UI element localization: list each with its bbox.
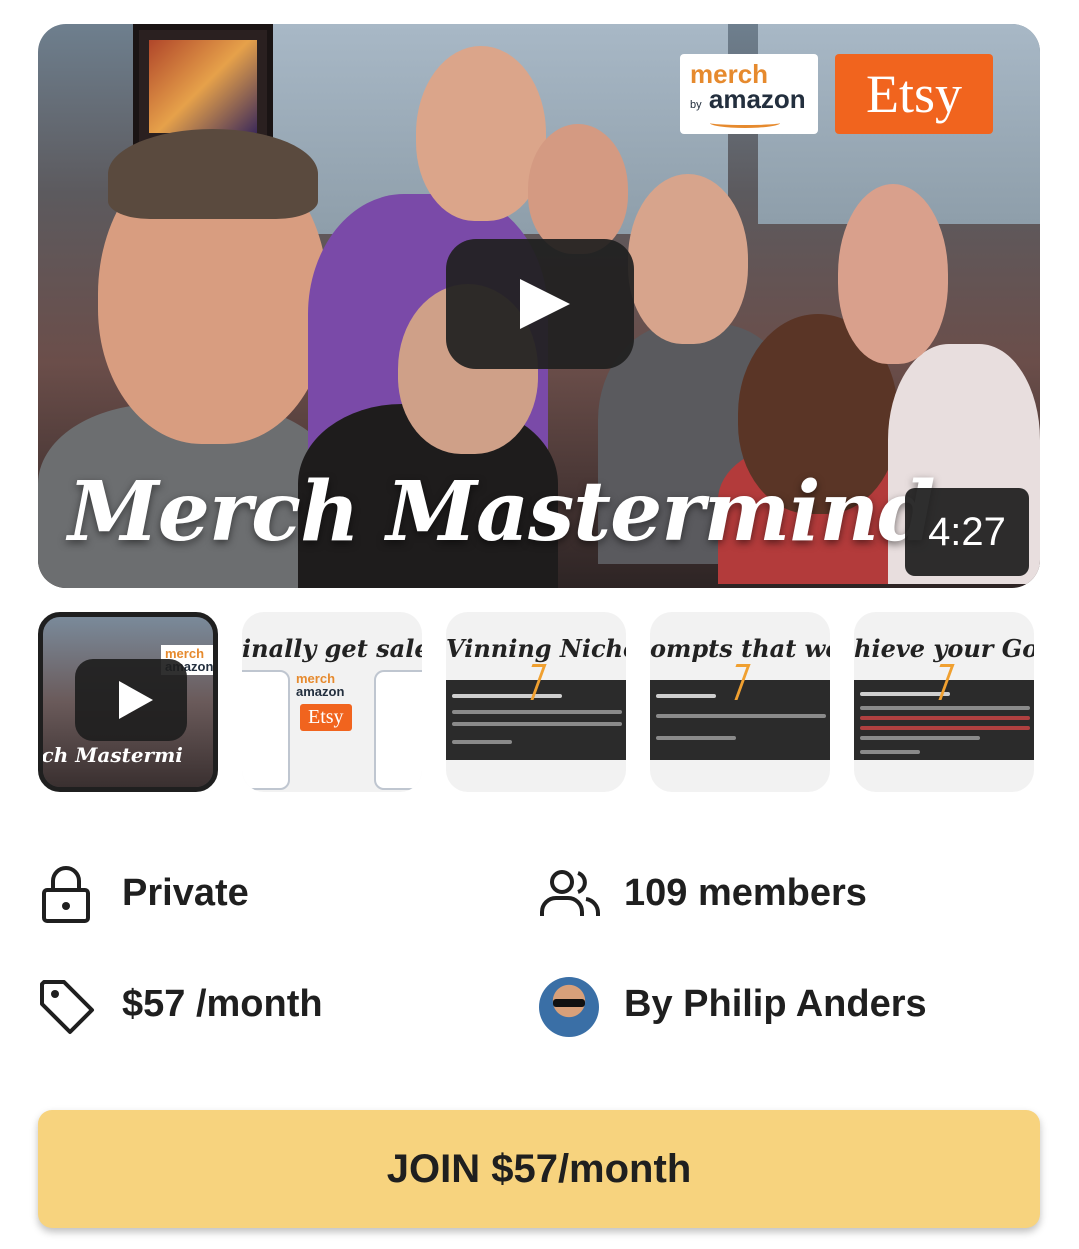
thumbnail-image[interactable]: hieve your Go — [854, 612, 1034, 792]
owner-name[interactable]: By Philip Anders — [624, 983, 927, 1026]
video-caption: Merch Mastermind — [68, 464, 935, 560]
members-icon — [540, 870, 601, 916]
thumbnail-caption: ompts that we — [650, 634, 830, 663]
thumbnail-image[interactable]: inally get sale merch amazon Etsy — [242, 612, 422, 792]
members-count: 109 members — [624, 872, 867, 914]
join-button[interactable]: JOIN $57/month — [38, 1110, 1040, 1228]
media-thumbnails: merch amazon rch Mastermi inally get sale… — [38, 612, 1040, 792]
thumbnail-caption: Vinning Niche — [446, 634, 626, 663]
thumbnail-image[interactable]: Vinning Niche — [446, 612, 626, 792]
lock-icon — [42, 866, 90, 923]
person-face — [838, 184, 948, 364]
play-icon — [520, 279, 570, 329]
play-button[interactable] — [446, 239, 634, 369]
video-duration: 4:27 — [905, 488, 1029, 576]
person-face — [628, 174, 748, 344]
play-button[interactable] — [75, 659, 187, 741]
main-video[interactable]: merch by amazon Etsy Merch Mastermind 4:… — [38, 24, 1040, 588]
price-label: $57 /month — [122, 983, 323, 1025]
privacy-label: Private — [122, 872, 249, 914]
person-face — [528, 124, 628, 254]
thumbnail-image[interactable]: ompts that we — [650, 612, 830, 792]
person-hair — [108, 129, 318, 219]
thumbnail-caption: rch Mastermi — [38, 743, 183, 767]
etsy-logo: Etsy — [300, 704, 352, 731]
thumbnail-video[interactable]: merch amazon rch Mastermi — [38, 612, 218, 792]
avatar[interactable] — [539, 977, 599, 1037]
price-tag-icon — [40, 980, 94, 1034]
thumbnail-caption: inally get sale — [242, 634, 422, 663]
merch-by-amazon-logo: merch amazon — [296, 671, 345, 699]
person-face — [416, 46, 546, 221]
thumbnail-caption: hieve your Go — [854, 634, 1034, 663]
play-icon — [119, 681, 153, 719]
merch-by-amazon-logo: merch by amazon — [680, 54, 818, 134]
etsy-logo: Etsy — [835, 54, 993, 134]
